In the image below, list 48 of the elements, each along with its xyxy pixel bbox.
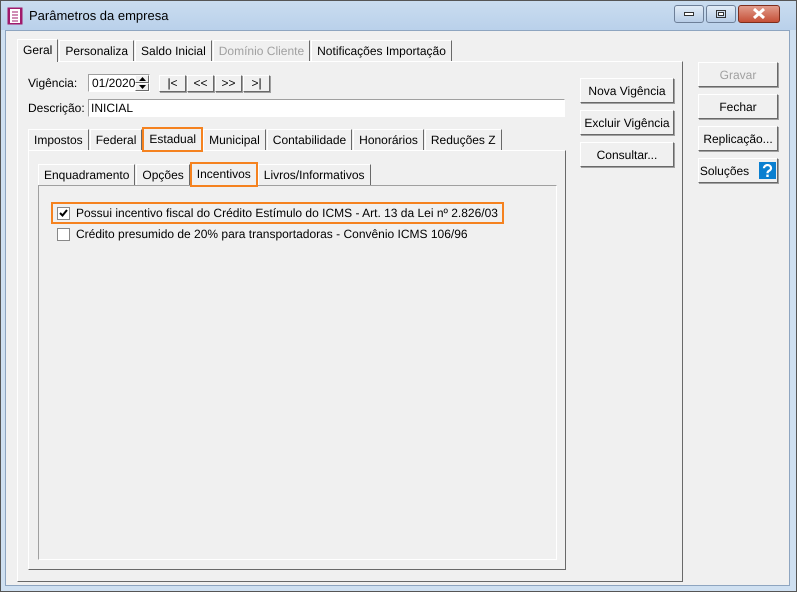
tab[interactable]: Geral (17, 39, 58, 62)
minimize-icon (684, 12, 694, 16)
close-icon (752, 8, 766, 19)
spin-up-button[interactable] (135, 75, 149, 83)
field-label: Descrição: (28, 101, 86, 115)
action-button[interactable]: Excluir Vigência (580, 110, 674, 135)
action-button[interactable]: Soluções (698, 158, 778, 183)
tab[interactable]: Incentivos (190, 163, 257, 186)
up-arrow-icon (138, 77, 146, 81)
document-icon (7, 6, 23, 24)
description-field[interactable]: INICIAL (88, 99, 565, 117)
period-spinner[interactable]: 01/2020 (88, 74, 150, 92)
checkbox-row[interactable]: Possui incentivo fiscal do Crédito Estímulo do ICMS - Art. 13 da Lei nº 2.826/03 (53, 204, 502, 222)
tab[interactable]: Federal (90, 129, 142, 150)
maximize-icon (716, 10, 726, 18)
action-button[interactable]: Replicação... (698, 126, 778, 151)
checkbox-label: Possui incentivo fiscal do Crédito Estímulo do ICMS - Art. 13 da Lei nº 2.826/03 (76, 206, 498, 220)
window-title: Parâmetros da empresa (29, 8, 170, 23)
action-button[interactable]: Consultar... (580, 142, 674, 167)
close-button[interactable] (738, 4, 780, 22)
tab[interactable]: Enquadramento (38, 164, 136, 185)
tab[interactable]: Opções (136, 164, 190, 185)
tab[interactable]: Impostos (28, 129, 89, 150)
tab[interactable]: Contabilidade (266, 129, 352, 150)
help-icon (759, 162, 776, 179)
spin-down-button[interactable] (135, 83, 149, 91)
navigation-button[interactable]: >> (215, 74, 242, 92)
tab[interactable]: Reduções Z (424, 129, 502, 150)
tab[interactable]: Saldo Inicial (135, 40, 212, 61)
tab[interactable]: Notificações Importação (311, 40, 452, 61)
checkbox[interactable] (57, 228, 70, 240)
tab[interactable]: Estadual (143, 128, 202, 151)
tab[interactable]: Livros/Informativos (258, 164, 370, 185)
maximize-button[interactable] (706, 4, 736, 22)
field-label: Vigência: (28, 76, 78, 90)
checkbox[interactable] (57, 206, 70, 220)
navigation-button[interactable]: << (187, 74, 214, 92)
tab[interactable]: Personaliza (59, 40, 134, 61)
tab[interactable]: Municipal (203, 129, 266, 150)
checkbox-label: Crédito presumido de 20% para transportadoras - Convênio ICMS 106/96 (76, 227, 468, 241)
minimize-button[interactable] (674, 4, 704, 22)
checkbox-row[interactable]: Crédito presumido de 20% para transportadoras - Convênio ICMS 106/96 (53, 225, 472, 243)
action-button[interactable]: Nova Vigência (580, 78, 674, 103)
down-arrow-icon (138, 85, 146, 89)
action-button[interactable]: Fechar (698, 94, 778, 119)
navigation-button[interactable]: |< (159, 74, 186, 92)
navigation-button[interactable]: >| (243, 74, 270, 92)
tab[interactable]: Honorários (353, 129, 424, 150)
